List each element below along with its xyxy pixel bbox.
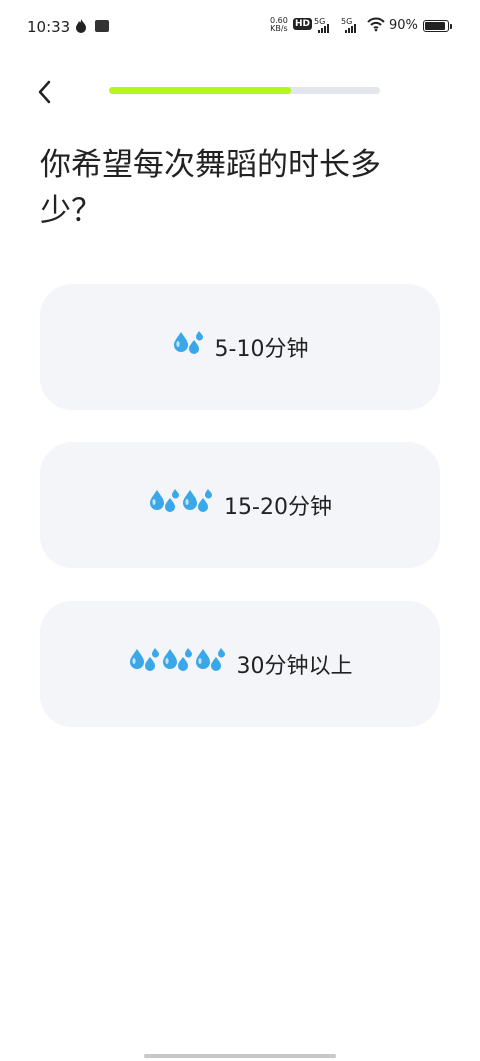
sweat-droplets-icon bbox=[172, 330, 205, 364]
status-time: 10:33 bbox=[27, 18, 71, 36]
progress-bar bbox=[109, 87, 380, 94]
flame-notification-icon bbox=[74, 18, 88, 38]
sweat-droplets-icon bbox=[128, 647, 161, 681]
sweat-droplets-icon bbox=[181, 488, 214, 522]
battery-level-fill bbox=[425, 22, 445, 30]
back-button[interactable] bbox=[30, 76, 62, 108]
progress-fill bbox=[109, 87, 291, 94]
battery-percent: 90% bbox=[389, 18, 418, 33]
sweat-droplets-icon bbox=[194, 647, 227, 681]
option-label: 30分钟以上 bbox=[236, 654, 353, 679]
chevron-left-icon bbox=[38, 80, 51, 104]
app-notification-icon bbox=[95, 20, 109, 32]
option-label: 15-20分钟 bbox=[224, 495, 332, 520]
sweat-drops bbox=[172, 330, 205, 364]
option-label: 5-10分钟 bbox=[214, 337, 309, 362]
wifi-icon bbox=[367, 16, 385, 36]
home-indicator[interactable] bbox=[144, 1054, 336, 1058]
sweat-droplets-icon bbox=[161, 647, 194, 681]
battery-cap bbox=[450, 24, 452, 29]
sim1-signal-icon bbox=[318, 24, 329, 33]
option-30-plus-min[interactable]: 30分钟以上 bbox=[40, 601, 440, 727]
battery-icon bbox=[423, 20, 449, 32]
hd-voice-icon: HD bbox=[293, 18, 313, 30]
network-speed: 0.60 KB/s bbox=[270, 17, 288, 33]
sweat-drops bbox=[148, 488, 214, 522]
status-bar: 10:33 0.60 KB/s HD 5G 5G 90% bbox=[0, 0, 480, 52]
question-title: 你希望每次舞蹈的时长多少？ bbox=[40, 147, 381, 229]
sweat-drops bbox=[128, 647, 227, 681]
option-15-20-min[interactable]: 15-20分钟 bbox=[40, 442, 440, 568]
sim2-signal-icon bbox=[345, 24, 356, 33]
sweat-droplets-icon bbox=[148, 488, 181, 522]
option-5-10-min[interactable]: 5-10分钟 bbox=[40, 284, 440, 410]
net-speed-unit: KB/s bbox=[270, 24, 288, 33]
